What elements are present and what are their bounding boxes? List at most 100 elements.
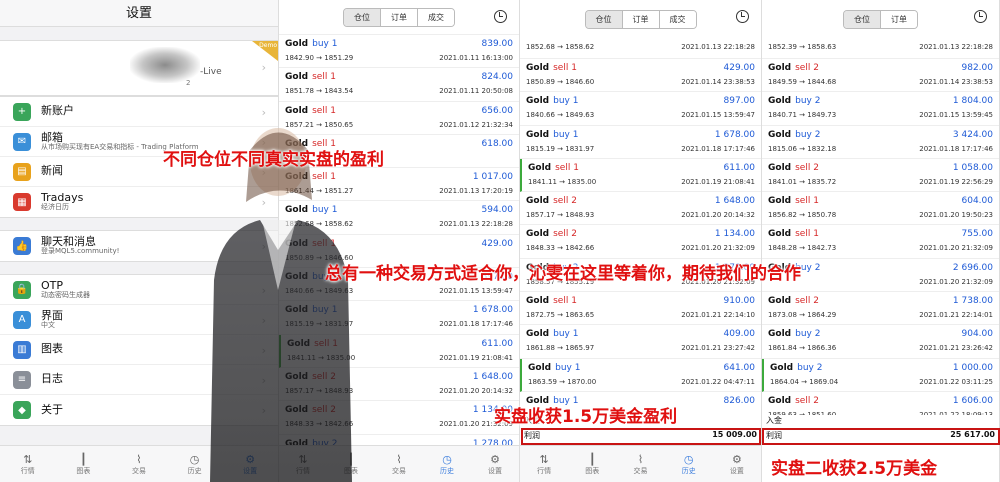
settings-item-chart-settings[interactable]: ▥ 图表 › [0,335,278,365]
segment-positions[interactable]: 仓位 [344,8,381,26]
trade-symbol: Gold sell 2 [768,296,819,307]
segment-orders[interactable]: 订单 [622,11,660,28]
trade-row-partial[interactable]: 1852.68 → 1858.62 2021.01.13 22:18:28 [520,35,761,59]
trade-row[interactable]: Gold sell 2 1849.59 → 1844.68 2021.01.14 23… [762,59,999,93]
trade-side: sell 1 [553,63,577,73]
trade-prices: 1873.08 → 1864.29 [768,311,837,320]
tab-label: 行情 [537,466,552,475]
account-row[interactable]: -Live 2 Demo › [0,40,278,96]
trade-symbol: Gold sell 1 [768,229,819,240]
trade-row[interactable]: Gold sell 1 1850.89 → 1846.60 2021.01.14 23… [520,59,761,93]
trade-row[interactable]: Gold buy 2 1815.06 → 1832.18 2021.01.18 17:… [762,126,999,159]
trade-side: sell 2 [795,296,819,307]
settings-item-plus[interactable]: + 新账户 › [0,97,278,127]
tab-history[interactable]: ◷ 历史 [665,446,713,482]
tab-label: 图表 [76,466,91,475]
tab-trade[interactable]: ⌇ 交易 [616,446,664,482]
trade-prices: 1815.06 → 1832.18 [768,144,837,153]
trade-row[interactable]: Gold buy 1 1815.19 → 1831.97 2021.01.18 17:… [520,126,761,159]
trade-time: 2021.01.20 20:14:32 [439,386,513,395]
tab-chart[interactable]: ┃ 图表 [56,446,112,482]
settings-item-text: 图表 [41,343,63,355]
trade-profit: 429.00 [481,238,514,249]
trade-row[interactable]: Gold sell 1 1856.82 → 1850.78 2021.01.20 19… [762,192,999,226]
segment-positions[interactable]: 仓位 [585,11,623,28]
tab-label: 设置 [243,466,258,475]
trade-row[interactable]: Gold buy 1 1840.66 → 1849.63 2021.01.15 13:… [520,92,761,126]
segment-deals[interactable]: 成交 [659,11,696,28]
trade-profit: 897.00 [723,96,756,107]
settings-item-calendar[interactable]: ▦ Tradays 经济日历 › [0,187,278,217]
trade-row[interactable]: Gold sell 2 1857.17 → 1848.93 2021.01.20 20… [279,368,519,402]
trade-prices: 1852.68 → 1858.62 [526,43,595,51]
trade-row[interactable]: Gold sell 1 1872.75 → 1863.65 2021.01.21 22… [520,292,761,326]
trade-profit: 824.00 [481,72,514,83]
trade-time: 2021.01.18 17:17:46 [919,144,993,153]
trade-row[interactable]: Gold sell 2 1848.33 → 1842.66 2021.01.20 21… [520,225,761,259]
trade-row[interactable]: Gold buy 1 1842.90 → 1851.29 2021.01.11 16:… [279,35,519,69]
trade-row-partial[interactable]: 1852.39 → 1858.63 2021.01.13 22:18:28 [762,35,999,59]
trade-row[interactable]: Gold sell 1 1851.78 → 1843.54 2021.01.11 20… [279,68,519,102]
segment-orders[interactable]: 订单 [381,8,418,26]
tab-settings[interactable]: ⚙ 设置 [222,446,278,482]
tab-label: 行情 [20,466,35,475]
trade-symbol: Gold buy 1 [285,205,338,216]
trade-row[interactable]: Gold sell 2 1841.01 → 1835.72 2021.01.19 22… [762,159,999,193]
trade-prices: 1852.39 → 1858.63 [768,43,837,51]
settings-item-chat[interactable]: 👍 聊天和消息 登录MQL5.community! › [0,231,278,261]
tab-trade[interactable]: ⌇ 交易 [111,446,167,482]
trade-symbol: Gold sell 1 [287,338,338,349]
settings-item-label: 图表 [41,342,63,356]
trade-row[interactable]: Gold buy 1 1815.19 → 1831.97 2021.01.18 17:… [279,301,519,335]
trade-row[interactable]: Gold sell 1 1841.11 → 1835.00 2021.01.19 21… [520,158,761,193]
trade-row[interactable]: Gold buy 2 1840.71 → 1849.73 2021.01.15 13:… [762,92,999,126]
trade-symbol: Gold sell 2 [768,63,819,73]
trade-row[interactable]: Gold sell 1 1841.11 → 1835.00 2021.01.19 21… [279,334,519,368]
log-icon: ≡ [13,370,31,389]
settings-item-log[interactable]: ≡ 日志 › [0,365,278,395]
clock-icon[interactable] [974,10,987,23]
trade-profit: 1 678.00 [714,129,755,140]
tab-quotes[interactable]: ⇅ 行情 [0,446,56,482]
trade-row[interactable]: Gold sell 2 1873.08 → 1864.29 2021.01.21 22… [762,292,999,326]
segment-positions[interactable]: 仓位 [844,11,881,28]
settings-item-about[interactable]: ◆ 关于 › [0,395,278,425]
tab-chart[interactable]: ┃ 图表 [568,446,616,482]
trade-row[interactable]: Gold buy 1 1852.68 → 1858.62 2021.01.13 22:… [279,201,519,235]
trade-row[interactable]: Gold sell 2 1848.33 → 1842.66 2021.01.20 21… [279,401,519,435]
trade-profit: 839.00 [481,39,514,49]
segment-deals[interactable]: 成交 [418,8,454,26]
trade-row[interactable]: Gold buy 2 1861.84 → 1866.36 2021.01.21 23:… [762,325,999,359]
tab-settings[interactable]: ⚙ 设置 [471,446,519,482]
trade-row[interactable]: Gold sell 1 1848.28 → 1842.73 2021.01.20 21… [762,225,999,259]
clock-icon[interactable] [494,10,507,23]
trade-row[interactable]: Gold sell 1 1857.21 → 1850.65 2021.01.12 21… [279,102,519,135]
tab-label: 交易 [633,466,648,475]
settings-item-otp[interactable]: 🔒 OTP 动态密码生成器 › [0,275,278,305]
history-icon: ◷ [442,452,452,466]
trade-profit: 3 424.00 [952,129,993,140]
segment-orders[interactable]: 订单 [881,11,917,28]
trade-row[interactable]: Gold buy 2 1864.04 → 1869.04 2021.01.22 03:… [762,358,999,392]
tab-label: 交易 [392,466,406,475]
tab-history[interactable]: ◷ 历史 [423,446,471,482]
tab-quotes[interactable]: ⇅ 行情 [520,446,568,482]
tab-history[interactable]: ◷ 历史 [167,446,223,482]
trade-row[interactable]: Gold buy 1 1863.59 → 1870.00 2021.01.22 04:… [520,358,761,392]
trade-row[interactable]: Gold sell 2 1857.17 → 1848.93 2021.01.20 20… [520,192,761,226]
clock-icon[interactable] [736,10,749,23]
trade-row[interactable]: Gold sell 1 1861.44 → 1851.27 2021.01.13 17… [279,168,519,202]
trade-profit: 1 738.00 [952,296,993,307]
trade-side: buy 1 [553,329,579,340]
history-icon: ◷ [683,452,694,466]
trade-profit: 910.00 [723,296,756,307]
trade-side: sell 2 [312,405,336,416]
tab-trade[interactable]: ⌇ 交易 [375,446,423,482]
trade-side: sell 2 [795,63,819,73]
tab-quotes[interactable]: ⇅ 行情 [279,446,327,482]
tab-chart[interactable]: ┃ 图表 [327,446,375,482]
tab-settings[interactable]: ⚙ 设置 [713,446,761,482]
trade-prices: 1848.33 → 1842.66 [526,244,595,253]
trade-row[interactable]: Gold buy 1 1861.88 → 1865.97 2021.01.21 23:… [520,325,761,359]
settings-item-language[interactable]: A 界面 中文 › [0,305,278,335]
